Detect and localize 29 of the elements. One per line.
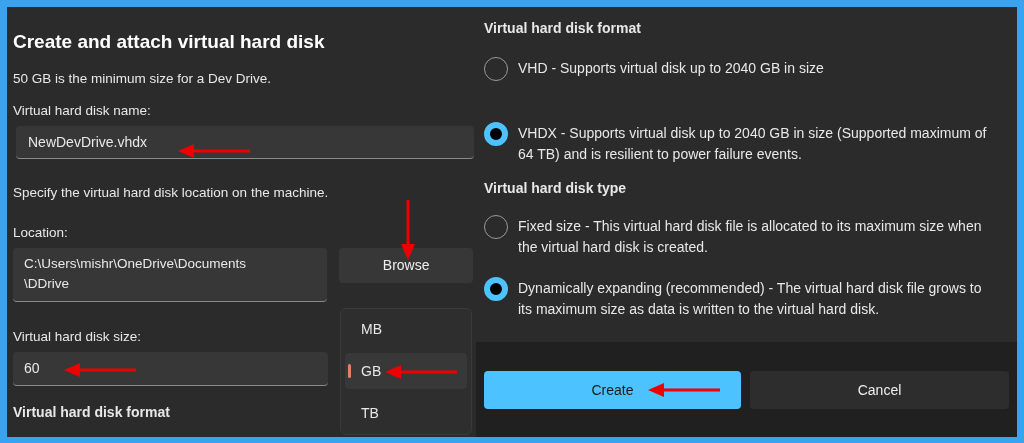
pointer-arrow (648, 383, 720, 397)
location-field[interactable]: C:\Users\mishr\OneDrive\Documents \DDrive (13, 248, 328, 302)
unit-menu-item[interactable]: TB (345, 395, 467, 432)
section-heading: Virtual hard disk format (13, 403, 170, 421)
dialog-title: Create and attach virtual hard disk (13, 30, 326, 54)
radio-label: Dynamically expanding (recommended) - The virtual hard disk file grows to its maximum size as data is written to the virtual hard disk. (518, 279, 983, 319)
minimum-size-note: 50 GB is the minimum size for a Dev Drive. (13, 70, 273, 88)
browse-button[interactable]: Browse (339, 248, 473, 283)
field-label: Location: (13, 224, 69, 242)
section-heading: Virtual hard disk type (484, 179, 628, 197)
radio-label: VHD - Supports virtual disk up to 2040 GB in size (518, 59, 825, 78)
radio-label: Fixed size - This virtual hard disk file is allocated to its maximum size when the virtual hard disk is created. (518, 217, 983, 257)
field-label: Virtual hard disk name: (13, 102, 152, 120)
pointer-arrow (178, 144, 250, 158)
field-label: Virtual hard disk size: (13, 328, 142, 346)
section-heading: Virtual hard disk format (484, 19, 642, 37)
radio-button[interactable] (484, 122, 508, 146)
pointer-arrow (64, 363, 136, 377)
cancel-button[interactable]: Cancel (750, 371, 1009, 409)
location-hint: Specify the virtual hard disk location on the machine. (13, 184, 330, 202)
unit-menu-item[interactable]: MB (345, 311, 467, 348)
disk-size-field[interactable]: 60 (13, 352, 328, 386)
create-button[interactable]: Create (484, 371, 741, 409)
radio-label: VHDX - Supports virtual disk up to 2040 GB in size (Supported maximum of 64 TB) and is resilient to power failure events. (518, 124, 988, 164)
disk-name-field[interactable]: NewDevDrive.vhdx (16, 126, 474, 159)
pointer-arrow (401, 200, 415, 260)
unit-menu-item[interactable]: GB (345, 353, 467, 390)
pointer-arrow (385, 365, 457, 379)
radio-button[interactable] (484, 277, 508, 301)
